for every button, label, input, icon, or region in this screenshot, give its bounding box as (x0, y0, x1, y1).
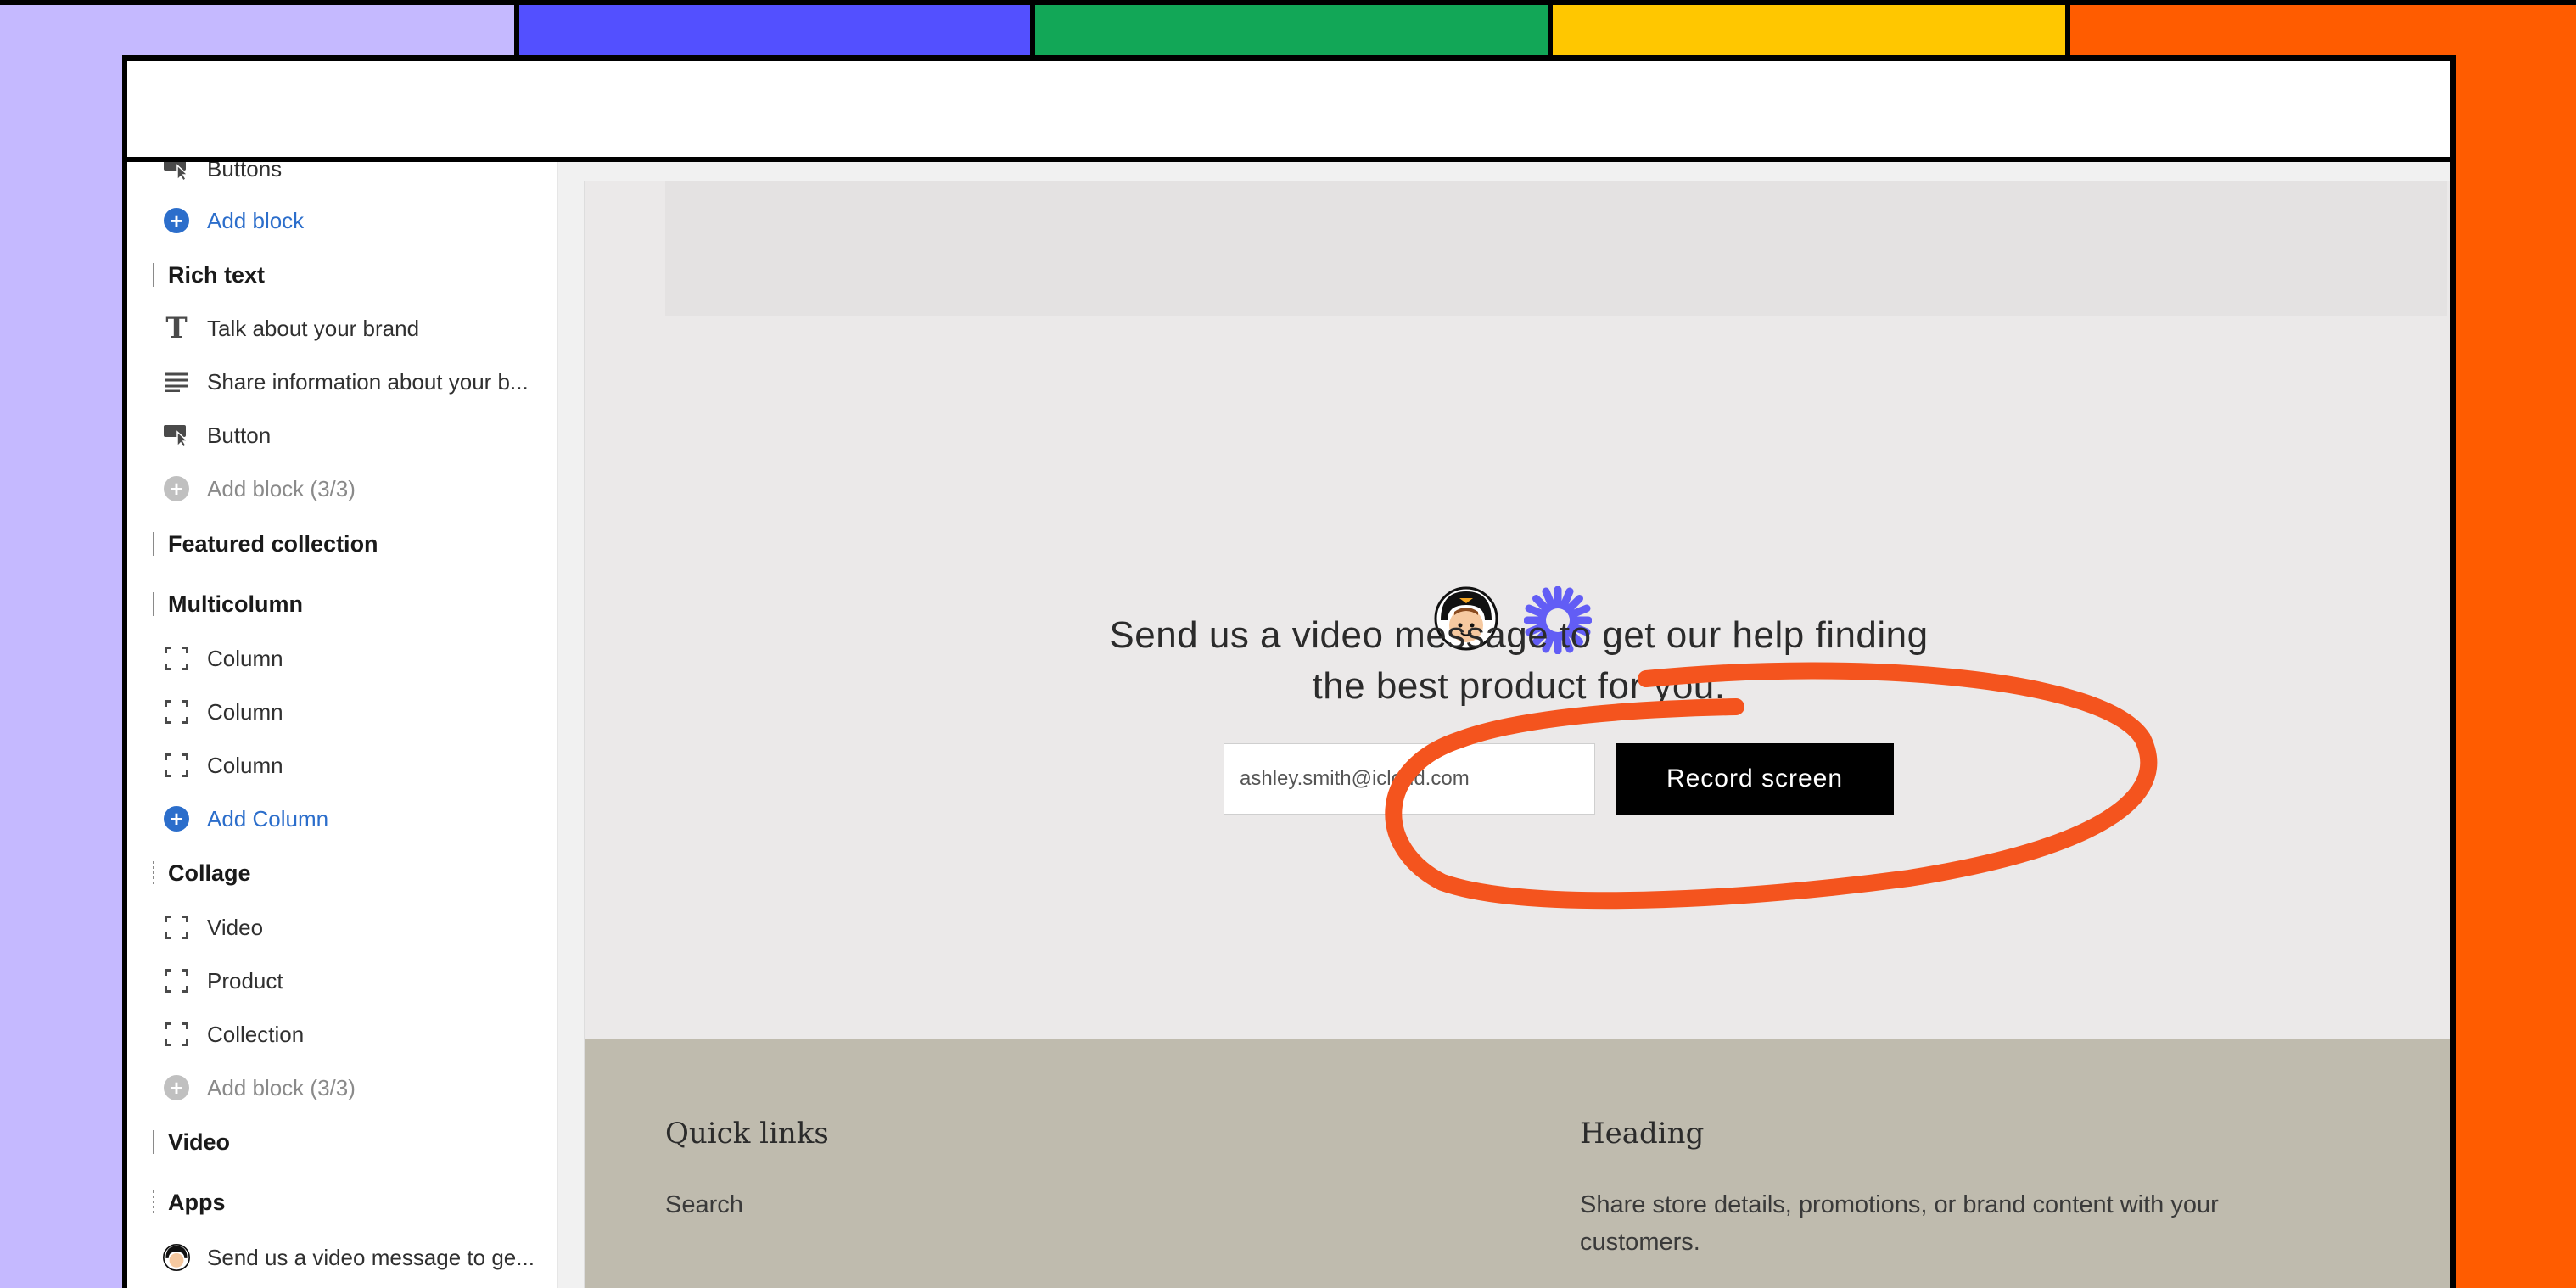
annotation-circle (1385, 662, 2158, 910)
